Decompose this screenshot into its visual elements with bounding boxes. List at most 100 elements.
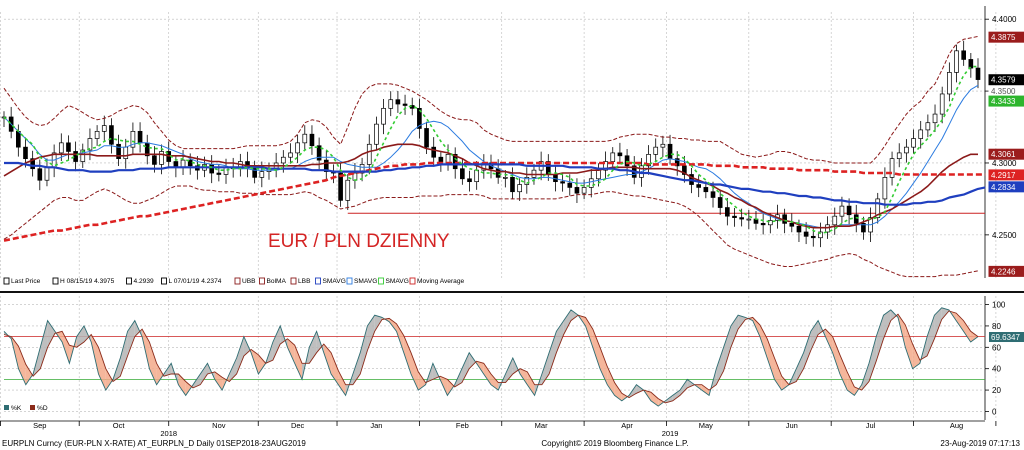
- x-axis-month-label: May: [699, 421, 713, 430]
- price-y-tick-label: 4.2500: [992, 231, 1017, 240]
- candle-body: [882, 177, 888, 200]
- candle-body: [947, 72, 952, 95]
- price-value-label: 4.2834: [991, 183, 1016, 192]
- candle-body: [309, 133, 315, 147]
- candle-body: [939, 93, 945, 115]
- price-y-tick-label: 4.3000: [992, 159, 1017, 168]
- candle-body: [725, 207, 730, 217]
- osc-fill-segment: [62, 331, 70, 364]
- osc-fill-segment: [905, 324, 913, 369]
- candle-body: [252, 166, 257, 178]
- candle-body: [381, 107, 386, 125]
- candle-body: [918, 129, 924, 139]
- candle-body: [653, 146, 659, 155]
- osc-fill-segment: [200, 363, 208, 385]
- candle-body: [961, 50, 966, 60]
- candle-body: [366, 143, 372, 165]
- candle-body: [968, 59, 974, 69]
- eurpln-chart: 4.2500 4.3000 4.3500 4.4000 EUR / PLN DZIENN…: [0, 6, 1024, 448]
- candle-body: [746, 218, 752, 221]
- legend-swatch: [315, 277, 321, 285]
- candle-body: [152, 155, 157, 165]
- osc-fill-segment: [411, 352, 419, 391]
- candle-body: [510, 177, 515, 193]
- osc-legend-swatch: [4, 405, 9, 410]
- price-value-label: 4.3061: [991, 150, 1016, 159]
- price-value-label: 4.2246: [991, 267, 1016, 276]
- legend-label: Moving Average: [417, 278, 464, 285]
- legend-swatch: [409, 277, 416, 285]
- candle-body: [280, 156, 286, 164]
- osc-fill-segment: [912, 344, 920, 369]
- candle-body: [853, 214, 859, 224]
- osc-fill-segment: [571, 309, 579, 321]
- candle-body: [717, 197, 723, 208]
- osc-fill-segment: [810, 320, 819, 351]
- osc-y-tick-label: 60: [992, 343, 1001, 352]
- legend-label: BolMA: [267, 278, 287, 285]
- candle-body: [803, 231, 809, 237]
- chart-title: EUR / PLN DZIENNY: [268, 231, 450, 252]
- legend-label: Last Price: [11, 278, 41, 285]
- osc-fill-segment: [876, 315, 884, 362]
- candle-body: [696, 184, 702, 188]
- osc-fill-segment: [47, 320, 55, 348]
- x-axis-month-label: Jan: [370, 421, 382, 430]
- osc-fill-segment: [18, 346, 26, 385]
- osc-fill-segment: [970, 331, 978, 342]
- price-value-label: 4.3500: [991, 87, 1016, 96]
- series-line-moving-average: [3, 161, 986, 242]
- candle-body: [16, 130, 21, 148]
- osc-fill-segment: [294, 345, 302, 380]
- candle-body: [954, 50, 959, 73]
- legend-swatch: [234, 277, 241, 285]
- candle-body: [911, 138, 916, 148]
- legend-label: SMAVG: [354, 278, 377, 285]
- candle-body: [445, 153, 451, 164]
- price-value-label: 4.3875: [991, 33, 1016, 42]
- candle-body: [760, 223, 766, 226]
- candle-body: [402, 103, 408, 106]
- candle-body: [904, 146, 909, 154]
- candle-body: [431, 146, 437, 158]
- osc-value-label: 69.6347: [991, 333, 1020, 342]
- legend-label: SMAVG: [386, 278, 409, 285]
- x-axis-month-label: Jun: [786, 421, 798, 430]
- candle-body: [94, 130, 100, 139]
- candle-body: [703, 187, 709, 193]
- candle-body: [209, 164, 215, 174]
- legend-label: L 07/01/19 4.2374: [169, 278, 222, 285]
- osc-y-tick-label: 80: [992, 322, 1001, 331]
- osc-fill-segment: [592, 329, 600, 369]
- candle-body: [467, 178, 472, 183]
- candle-body: [789, 223, 795, 227]
- candle-body: [474, 169, 479, 183]
- osc-fill-segment: [272, 325, 281, 361]
- x-axis-month-label: Jul: [866, 421, 876, 430]
- osc-fill-segment: [469, 352, 477, 369]
- candle-body: [424, 128, 429, 148]
- candle-body: [732, 215, 737, 218]
- candle-body: [37, 168, 43, 181]
- candle-body: [23, 146, 28, 160]
- x-axis-year-label: 2019: [662, 429, 679, 438]
- footer-right: 23-Aug-2019 07:17:13: [940, 439, 1020, 448]
- candle-body: [109, 125, 114, 145]
- osc-fill-segment: [149, 342, 157, 385]
- osc-legend-label: %D: [37, 405, 48, 412]
- osc-fill-segment: [759, 324, 768, 358]
- candle-body: [667, 143, 673, 160]
- osc-y-tick-label: 20: [992, 386, 1001, 395]
- osc-fill-segment: [839, 354, 848, 391]
- candle-body: [739, 217, 744, 220]
- osc-y-tick-label: 40: [992, 365, 1001, 374]
- legend-label: H 08/15/19 4.3975: [60, 278, 115, 285]
- candle-body: [810, 235, 816, 239]
- candle-body: [975, 67, 981, 80]
- osc-y-tick-label: 0: [992, 407, 997, 416]
- candle-body: [660, 143, 666, 148]
- legend-swatch: [259, 277, 265, 285]
- legend-label: 4.2939: [134, 278, 155, 285]
- legend-label: SMAVG: [323, 278, 346, 285]
- x-axis-month-label: Mar: [535, 421, 548, 430]
